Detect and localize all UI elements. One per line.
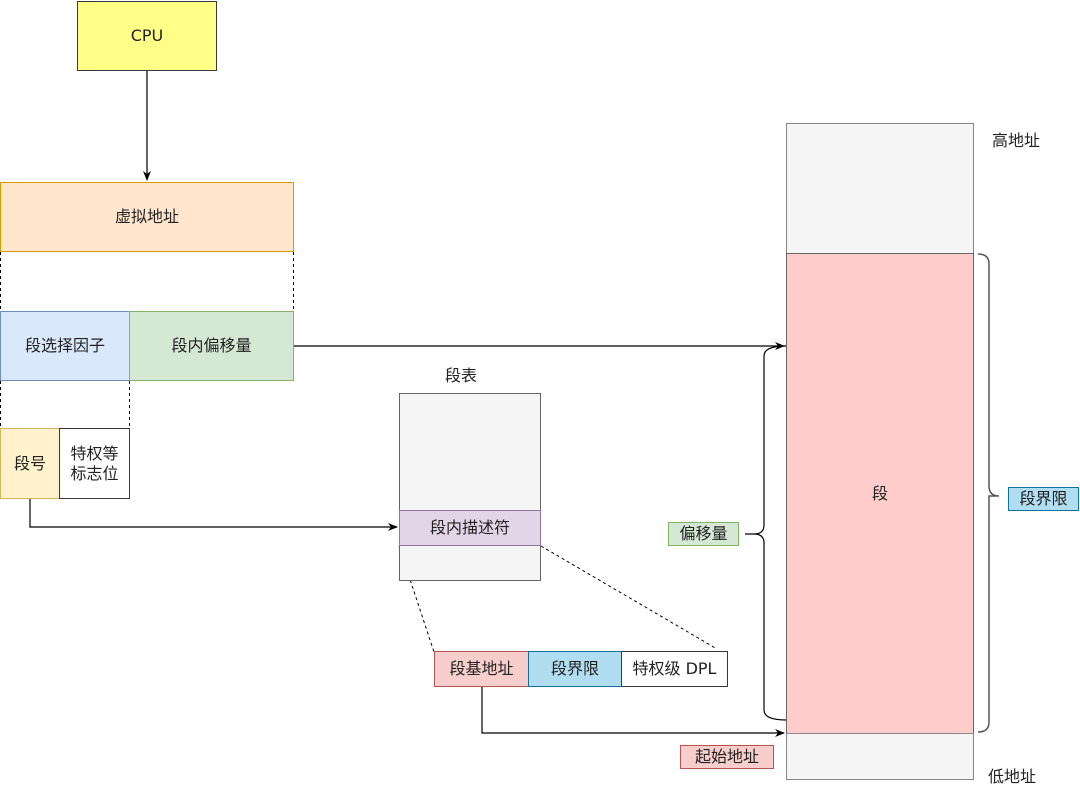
segment-selector-label: 段选择因子 bbox=[24, 336, 105, 355]
segment-number-box: 段号 bbox=[0, 428, 60, 499]
offset-brace bbox=[745, 345, 787, 721]
privilege-flags-line2: 标志位 bbox=[70, 463, 119, 483]
start-address-annotation-label: 起始地址 bbox=[694, 747, 759, 766]
privilege-flags-line1: 特权等 bbox=[70, 443, 119, 463]
dpl-label: 特权级 DPL bbox=[632, 659, 717, 678]
virtual-address-label: 虚拟地址 bbox=[114, 207, 179, 226]
offset-annotation: 偏移量 bbox=[668, 522, 739, 546]
segment-table bbox=[399, 393, 541, 581]
cpu-box: CPU bbox=[77, 1, 217, 71]
memory-upper-region bbox=[786, 123, 974, 254]
segment-number-label: 段号 bbox=[13, 453, 46, 473]
base-address-field: 段基地址 bbox=[434, 651, 529, 687]
dashed-zoom-line bbox=[540, 545, 718, 650]
low-address-label: 低地址 bbox=[988, 767, 1037, 786]
arrow-base-to-start-address bbox=[481, 687, 785, 737]
arrow-segment-number-to-descriptor bbox=[29, 499, 398, 531]
segment-descriptor-box: 段内描述符 bbox=[399, 510, 541, 546]
segment-descriptor-label: 段内描述符 bbox=[429, 518, 510, 537]
offset-annotation-label: 偏移量 bbox=[679, 524, 728, 543]
segment-offset-box: 段内偏移量 bbox=[129, 311, 294, 381]
limit-label: 段界限 bbox=[550, 659, 599, 678]
memory-segment: 段 bbox=[786, 253, 974, 734]
limit-brace bbox=[977, 253, 1000, 733]
virtual-address-box: 虚拟地址 bbox=[0, 182, 294, 252]
high-address-label: 高地址 bbox=[992, 131, 1041, 150]
segment-limit-annotation-label: 段界限 bbox=[1019, 489, 1068, 508]
dpl-field: 特权级 DPL bbox=[621, 651, 728, 687]
base-address-label: 段基地址 bbox=[449, 659, 514, 678]
start-address-annotation: 起始地址 bbox=[680, 745, 774, 769]
cpu-label: CPU bbox=[130, 26, 164, 45]
memory-lower-region bbox=[786, 733, 974, 780]
segment-offset-label: 段内偏移量 bbox=[171, 336, 252, 355]
segment-table-title: 段表 bbox=[445, 366, 478, 385]
segment-limit-annotation: 段界限 bbox=[1008, 487, 1079, 511]
privilege-flags-box: 特权等 标志位 bbox=[59, 428, 130, 499]
memory-segment-label: 段 bbox=[871, 483, 888, 503]
segment-selector-box: 段选择因子 bbox=[0, 311, 130, 381]
limit-field: 段界限 bbox=[528, 651, 622, 687]
